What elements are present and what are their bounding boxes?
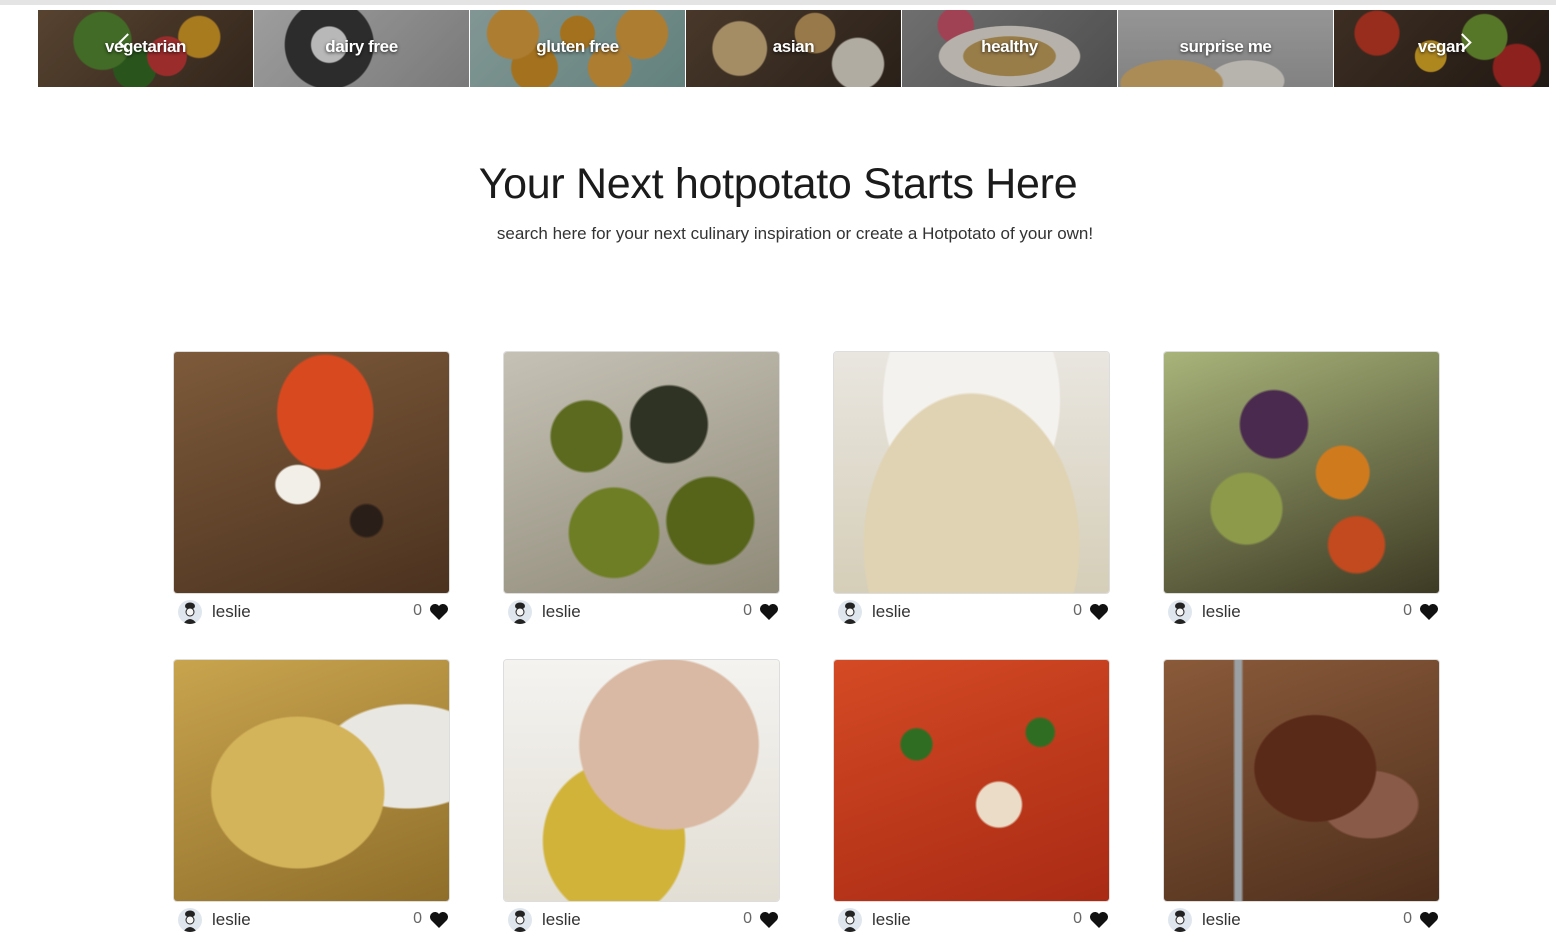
category-label: surprise me (1179, 37, 1272, 56)
recipe-author[interactable]: leslie (872, 910, 911, 930)
category-surprise-me[interactable]: surprise me (1118, 10, 1334, 87)
recipe-meta: leslie 0 (834, 907, 1109, 933)
heart-icon[interactable] (429, 911, 449, 929)
heart-icon[interactable] (1419, 911, 1439, 929)
recipe-card: leslie 0 (1164, 352, 1439, 627)
chef-avatar-icon[interactable] (508, 600, 532, 624)
recipe-author[interactable]: leslie (542, 602, 581, 622)
chef-avatar-icon[interactable] (838, 600, 862, 624)
top-border (0, 0, 1556, 5)
heart-icon[interactable] (1419, 603, 1439, 621)
chef-avatar-icon[interactable] (178, 908, 202, 932)
recipe-card: leslie 0 (504, 352, 779, 627)
category-healthy[interactable]: healthy (902, 10, 1118, 87)
recipe-card: leslie 0 (1164, 660, 1439, 935)
recipe-meta: leslie 0 (834, 599, 1109, 625)
category-label: gluten free (536, 37, 619, 56)
category-carousel: vegetarian dairy free gluten free asian … (38, 10, 1556, 87)
recipe-card: leslie 0 (174, 352, 449, 627)
category-dairy-free[interactable]: dairy free (254, 10, 470, 87)
category-label: healthy (981, 37, 1038, 56)
page-title: Your Next hotpotato Starts Here (478, 160, 1078, 208)
like-count: 0 (743, 910, 752, 927)
heart-icon[interactable] (1089, 603, 1109, 621)
recipe-photo[interactable] (1164, 660, 1439, 901)
recipe-photo[interactable] (834, 352, 1109, 593)
category-vegetarian[interactable]: vegetarian (38, 10, 254, 87)
like-count: 0 (413, 602, 422, 619)
recipe-card: leslie 0 (174, 660, 449, 935)
recipe-photo[interactable] (174, 352, 449, 593)
recipe-author[interactable]: leslie (1202, 602, 1241, 622)
recipe-author[interactable]: leslie (542, 910, 581, 930)
category-label: vegan (1417, 37, 1466, 56)
recipe-author[interactable]: leslie (212, 602, 251, 622)
recipe-author[interactable]: leslie (872, 602, 911, 622)
chef-avatar-icon[interactable] (1168, 908, 1192, 932)
category-label: asian (772, 37, 815, 56)
category-label: dairy free (325, 37, 398, 56)
chef-avatar-icon[interactable] (508, 908, 532, 932)
recipe-meta: leslie 0 (504, 907, 779, 933)
category-label: vegetarian (104, 37, 187, 56)
category-vegan[interactable]: vegan (1334, 10, 1550, 87)
recipe-card: leslie 0 (834, 352, 1109, 627)
like-count: 0 (1073, 602, 1082, 619)
heart-icon[interactable] (759, 911, 779, 929)
category-gluten-free[interactable]: gluten free (470, 10, 686, 87)
recipe-author[interactable]: leslie (212, 910, 251, 930)
recipe-photo[interactable] (1164, 352, 1439, 593)
recipe-card: leslie 0 (504, 660, 779, 935)
recipe-photo[interactable] (504, 352, 779, 593)
recipe-author[interactable]: leslie (1202, 910, 1241, 930)
category-asian[interactable]: asian (686, 10, 902, 87)
like-count: 0 (1073, 910, 1082, 927)
recipe-meta: leslie 0 (174, 599, 449, 625)
heart-icon[interactable] (429, 603, 449, 621)
chef-avatar-icon[interactable] (838, 908, 862, 932)
recipe-photo[interactable] (174, 660, 449, 901)
like-count: 0 (1403, 602, 1412, 619)
recipe-meta: leslie 0 (504, 599, 779, 625)
recipe-photo[interactable] (504, 660, 779, 901)
heart-icon[interactable] (1089, 911, 1109, 929)
chef-avatar-icon[interactable] (178, 600, 202, 624)
like-count: 0 (1403, 910, 1412, 927)
recipe-meta: leslie 0 (1164, 599, 1439, 625)
chef-avatar-icon[interactable] (1168, 600, 1192, 624)
like-count: 0 (743, 602, 752, 619)
recipe-photo[interactable] (834, 660, 1109, 901)
page-subtitle: search here for your next culinary inspi… (496, 224, 1094, 243)
recipe-meta: leslie 0 (1164, 907, 1439, 933)
recipe-meta: leslie 0 (174, 907, 449, 933)
like-count: 0 (413, 910, 422, 927)
recipe-card: leslie 0 (834, 660, 1109, 935)
heart-icon[interactable] (759, 603, 779, 621)
